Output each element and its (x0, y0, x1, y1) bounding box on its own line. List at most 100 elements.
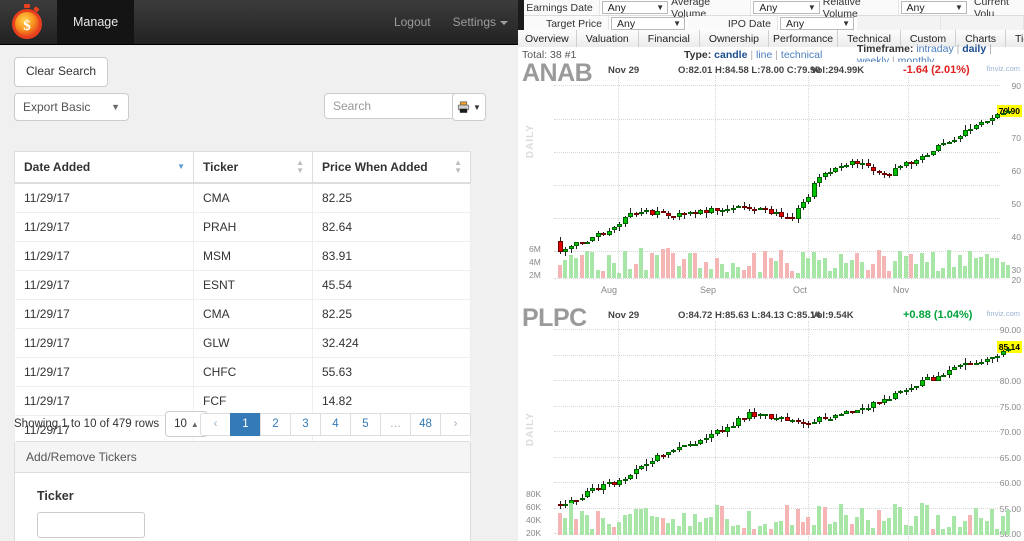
filter-select-average-volume[interactable]: Any ▼ (753, 1, 820, 14)
table-row[interactable]: 11/29/17 MSM 83.91 (14, 241, 471, 271)
filter-value: Any (607, 1, 626, 14)
filter-value: Any (906, 1, 925, 14)
chart-plpc-ytick-60: 60.00 (999, 478, 1021, 488)
total-count: Total: 38 #1 (522, 49, 576, 61)
add-remove-tickers-panel: Add/Remove Tickers Ticker Update (14, 441, 471, 541)
cell-ticker: MSM (193, 241, 313, 271)
chart-anab-change: -1.64 (2.01%) (903, 64, 970, 76)
type-option-technical[interactable]: technical (781, 49, 822, 61)
chart-plpc-date: Nov 29 (608, 310, 640, 321)
cell-ticker: GLW (193, 328, 313, 358)
cell-price: 45.54 (312, 270, 471, 300)
chevron-down-icon: ▼ (955, 3, 963, 12)
settings-menu[interactable]: Settings (453, 15, 508, 29)
tab-ownership[interactable]: Ownership (699, 30, 770, 47)
chart-plpc[interactable]: PLPC Nov 29 O:84.72 H:85.63 L:84.13 C:85… (518, 307, 1024, 541)
export-print-button[interactable]: ▼ (452, 93, 486, 121)
column-header-date-added[interactable]: Date Added ▼ (14, 151, 194, 184)
filter-select-earnings-date[interactable]: Any ▼ (601, 1, 669, 14)
cell-ticker: CHFC (193, 357, 313, 387)
page-button-1[interactable]: 1 (230, 412, 261, 436)
cell-ticker: CMA (193, 299, 313, 329)
table-row[interactable]: 11/29/17 PRAH 82.64 (14, 212, 471, 242)
chart-anab-ytick-50: 50 (1011, 199, 1021, 209)
chart-plpc-ytick-80: 80.00 (999, 376, 1021, 386)
filter-label-current-volume: Current Volu (969, 0, 1024, 20)
chart-anab-xtick-oct: Oct (793, 285, 808, 295)
chart-anab-xtick-aug: Aug (601, 285, 618, 295)
svg-text:$: $ (23, 18, 31, 34)
ticker-input[interactable] (37, 512, 145, 538)
tab-valuation[interactable]: Valuation (576, 30, 639, 47)
panel-title: Add/Remove Tickers (15, 442, 470, 473)
clear-search-button[interactable]: Clear Search (14, 57, 109, 87)
page-next-button[interactable]: › (440, 412, 471, 436)
page-prev-button[interactable]: ‹ (200, 412, 231, 436)
tab-performance[interactable]: Performance (769, 30, 839, 47)
print-export-icon (457, 100, 470, 113)
stopwatch-dollar-icon[interactable]: $ (8, 3, 46, 41)
cell-date: 11/29/17 (14, 270, 194, 300)
chart-plpc-ytick-65: 65.00 (999, 453, 1021, 463)
table-row[interactable]: 11/29/17 CMA 82.25 (14, 299, 471, 329)
sort-desc-icon: ▼ (177, 162, 185, 171)
cell-price: 32.424 (312, 328, 471, 358)
chart-anab-xtick-nov: Nov (893, 285, 910, 295)
type-option-line[interactable]: line (756, 49, 772, 61)
tab-overview[interactable]: Overview (518, 30, 577, 47)
chart-plpc-ytick-75: 75.00 (999, 402, 1021, 412)
timeframe-option-daily[interactable]: daily (962, 43, 986, 55)
chart-anab[interactable]: ANAB Nov 29 O:82.01 H:84.58 L:78.00 C:79… (518, 62, 1024, 307)
cell-ticker: ESNT (193, 270, 313, 300)
chevron-down-icon: ▼ (473, 102, 481, 112)
export-format-select[interactable]: Export Basic ▼ (14, 93, 129, 121)
search-input[interactable] (324, 93, 460, 119)
page-button-3[interactable]: 3 (290, 412, 321, 436)
settings-label: Settings (452, 15, 496, 29)
column-label: Date Added (24, 160, 91, 174)
page-button-5[interactable]: 5 (350, 412, 381, 436)
chevron-down-icon: ▼ (807, 3, 816, 12)
table-row[interactable]: 11/29/17 CMA 82.25 (14, 182, 471, 213)
screenshot-root: $ Manage Logout Settings Clear Search Ex… (0, 0, 1024, 541)
table-row[interactable]: 11/29/17 ESNT 45.54 (14, 270, 471, 300)
nav-tab-manage[interactable]: Manage (57, 0, 135, 44)
screener-meta-bar: Total: 38 #1 Type: candle | line | techn… (518, 43, 1024, 67)
table-row[interactable]: 11/29/17 GLW 32.424 (14, 328, 471, 358)
type-option-candle[interactable]: candle (714, 49, 747, 61)
page-button-4[interactable]: 4 (320, 412, 351, 436)
chart-plpc-interval-watermark: DAILY (525, 412, 536, 447)
panel-body: Ticker Update (15, 473, 470, 541)
logout-link[interactable]: Logout (394, 15, 431, 29)
filter-select-ipo-date[interactable]: Any ▼ (780, 17, 854, 30)
pagination: ‹ 1 2 3 4 5 … 48 › (200, 412, 471, 436)
page-button-2[interactable]: 2 (260, 412, 291, 436)
column-header-price-when-added[interactable]: Price When Added ▲ ▼ (312, 151, 471, 184)
tab-financial[interactable]: Financial (638, 30, 700, 47)
chart-plpc-volume: Vol:9.54K (811, 310, 854, 321)
cell-date: 11/29/17 (14, 357, 194, 387)
total-label: Total: (522, 48, 548, 61)
filter-select-relative-volume[interactable]: Any ▼ (900, 1, 967, 14)
table-row[interactable]: 11/29/17 CHFC 55.63 (14, 357, 471, 387)
cell-price: 82.25 (312, 182, 471, 213)
navbar-right-group: Logout Settings (394, 0, 508, 44)
chart-anab-xtick-sep: Sep (700, 285, 717, 295)
chart-anab-ohlc: O:82.01 H:84.58 L:78.00 C:79.90 (678, 65, 821, 76)
cell-price: 82.25 (312, 299, 471, 329)
timeframe-option-intraday[interactable]: intraday (916, 43, 953, 55)
finviz-watermark: finviz.com (986, 309, 1020, 318)
chevron-down-icon (500, 20, 508, 25)
ticker-field-label: Ticker (37, 489, 74, 503)
sort-none-icon: ▲ ▼ (454, 158, 462, 175)
filter-select-target-price[interactable]: Any ▼ (611, 17, 685, 30)
chart-plpc-ytick-70: 70.00 (999, 427, 1021, 437)
export-format-value: Export Basic (23, 100, 91, 114)
page-button-48[interactable]: 48 (410, 412, 441, 436)
column-header-ticker[interactable]: Ticker ▲ ▼ (193, 151, 313, 184)
navbar: $ Manage Logout Settings (0, 0, 518, 45)
chart-plpc-vol-80k: 80K (526, 489, 542, 499)
table-head: Date Added ▼ Ticker ▲ ▼ Price When Added … (14, 151, 471, 184)
filter-value: Any (759, 1, 778, 14)
column-label: Ticker (203, 160, 239, 174)
